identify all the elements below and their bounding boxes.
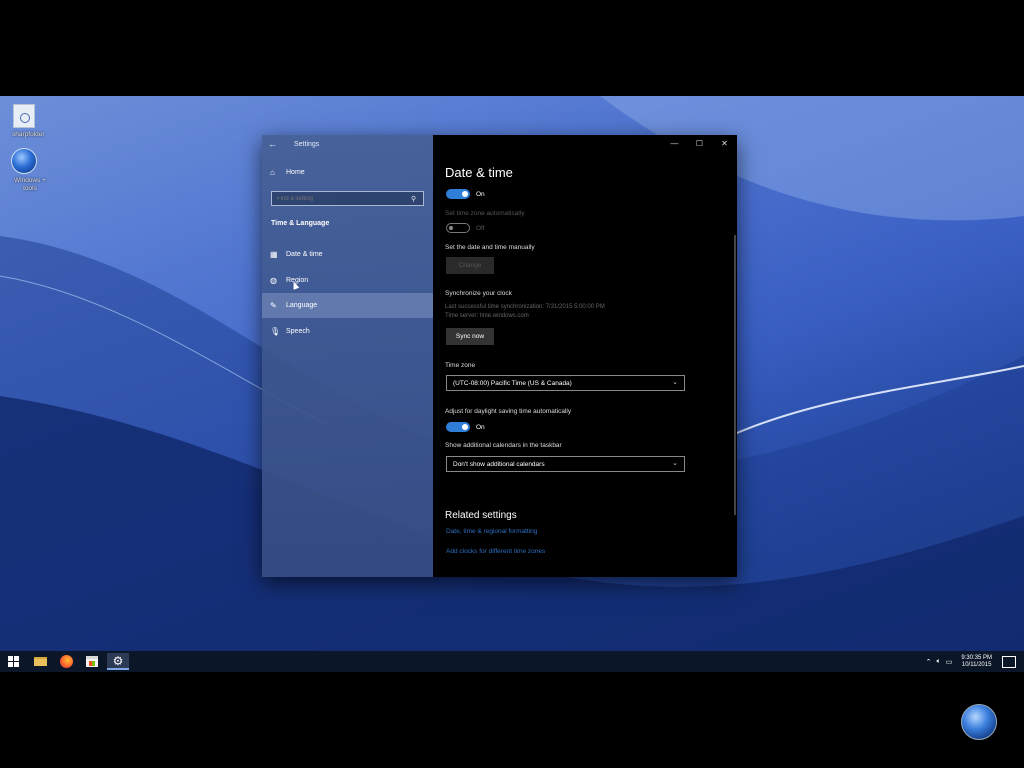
sidebar-item-label: Date & time <box>286 251 323 258</box>
sync-title: Synchronize your clock <box>445 290 512 297</box>
start-button[interactable] <box>2 653 24 670</box>
related-settings-title: Related settings <box>445 510 517 521</box>
chevron-down-icon: ⌄ <box>672 460 678 467</box>
time-zone-value: (UTC-08:00) Pacific Time (US & Canada) <box>453 379 572 387</box>
sidebar-item-speech[interactable]: 🎙︎ Speech <box>262 319 433 344</box>
sidebar-item-label: Language <box>286 302 318 309</box>
language-icon: ✎ <box>270 301 277 310</box>
nav-home-label: Home <box>286 169 305 176</box>
notification-center-icon[interactable] <box>1002 655 1016 668</box>
calendars-label: Show additional calendars in the taskbar <box>445 442 562 449</box>
network-icon[interactable]: ▭ <box>946 658 953 666</box>
last-sync-text: Last successful time synchronization: 7/… <box>445 304 605 310</box>
chevron-up-icon[interactable]: ⌃ <box>926 658 932 666</box>
window-title: Settings <box>294 140 320 148</box>
set-timezone-auto-toggle[interactable] <box>446 223 470 233</box>
firefox-icon <box>59 655 73 668</box>
globe-icon <box>11 148 37 174</box>
microphone-icon: 🎙︎ <box>270 327 281 336</box>
related-link-clocks[interactable]: Add clocks for different time zones <box>446 548 545 555</box>
maximize-button[interactable]: ☐ <box>687 135 712 153</box>
home-icon: ⌂ <box>270 168 275 177</box>
desktop-icon-globe[interactable]: Windows + tools <box>0 148 48 192</box>
calendars-value: Don't show additional calendars <box>453 460 545 468</box>
clock-time: 9:30:35 PM <box>961 654 992 661</box>
search-icon: ⚲ <box>411 195 417 203</box>
taskbar-clock[interactable]: 9:30:35 PM 10/11/2015 <box>961 655 992 669</box>
set-manual-label: Set the date and time manually <box>445 244 535 251</box>
set-timezone-auto-label: Set time zone automatically <box>445 210 525 217</box>
taskbar-store[interactable] <box>81 653 103 670</box>
time-zone-select[interactable]: (UTC-08:00) Pacific Time (US & Canada) ⌄ <box>446 375 685 391</box>
watermark-logo-icon <box>961 704 997 740</box>
taskbar-firefox[interactable] <box>55 653 77 670</box>
settings-sidebar: ← Settings ⌂ Home ⚲ Time & Language ▦ Da… <box>262 135 433 577</box>
sidebar-item-date-time[interactable]: ▦ Date & time <box>262 242 433 267</box>
search-box[interactable]: ⚲ <box>271 191 424 206</box>
sync-now-button[interactable]: Sync now <box>446 328 494 345</box>
window-controls: — ☐ ✕ <box>662 135 737 153</box>
time-server-text: Time server: time.windows.com <box>445 313 529 319</box>
taskbar-file-explorer[interactable] <box>29 653 51 670</box>
taskbar: ⚙ ⌃ 🔈︎ ▭ 9:30:35 PM 10/11/2015 <box>0 651 1024 672</box>
change-button[interactable]: Change <box>446 257 494 274</box>
back-arrow-icon[interactable]: ← <box>268 139 282 149</box>
nav-home[interactable]: ⌂ Home <box>270 168 305 177</box>
sidebar-item-region[interactable]: ◍ Region <box>262 268 433 293</box>
system-tray: ⌃ 🔈︎ ▭ 9:30:35 PM 10/11/2015 <box>926 651 1024 672</box>
dst-toggle[interactable] <box>446 422 470 432</box>
store-icon <box>86 656 98 667</box>
volume-icon[interactable]: 🔈︎ <box>936 658 940 666</box>
file-icon <box>13 104 35 128</box>
set-time-auto-state: On <box>476 191 485 198</box>
taskbar-settings[interactable]: ⚙ <box>107 653 129 670</box>
set-timezone-auto-state: Off <box>476 225 485 232</box>
set-time-auto-toggle[interactable] <box>446 189 470 199</box>
time-zone-label: Time zone <box>445 362 476 369</box>
sidebar-item-language[interactable]: ✎ Language <box>262 293 433 318</box>
settings-content: — ☐ ✕ Date & time On Set time zone autom… <box>433 135 737 577</box>
page-title: Date & time <box>445 165 513 180</box>
title-bar: ← Settings <box>262 135 433 153</box>
screen: sharpfolder Windows + tools ← Settings ⌂… <box>0 0 1024 768</box>
dst-label: Adjust for daylight saving time automati… <box>445 408 572 415</box>
windows-logo-icon <box>7 656 19 667</box>
clock-date: 10/11/2015 <box>961 661 992 668</box>
calendar-icon: ▦ <box>270 250 278 259</box>
chevron-down-icon: ⌄ <box>672 379 678 386</box>
gear-icon: ⚙ <box>112 653 124 668</box>
dst-state: On <box>476 424 485 431</box>
scrollbar[interactable] <box>734 235 736 515</box>
search-input[interactable] <box>277 195 411 202</box>
minimize-button[interactable]: — <box>662 135 687 153</box>
close-button[interactable]: ✕ <box>712 135 737 153</box>
related-link-formatting[interactable]: Date, time & regional formatting <box>446 528 537 535</box>
globe-icon: ◍ <box>270 276 277 285</box>
calendars-select[interactable]: Don't show additional calendars ⌄ <box>446 456 685 472</box>
sidebar-item-label: Speech <box>286 328 310 335</box>
desktop-icon-label: sharpfolder <box>12 131 45 138</box>
folder-icon <box>33 657 47 666</box>
settings-window: ← Settings ⌂ Home ⚲ Time & Language ▦ Da… <box>262 135 737 577</box>
section-title: Time & Language <box>271 220 330 227</box>
desktop-icon-file[interactable]: sharpfolder <box>0 104 48 138</box>
desktop-icon-label: Windows + tools <box>14 177 46 192</box>
